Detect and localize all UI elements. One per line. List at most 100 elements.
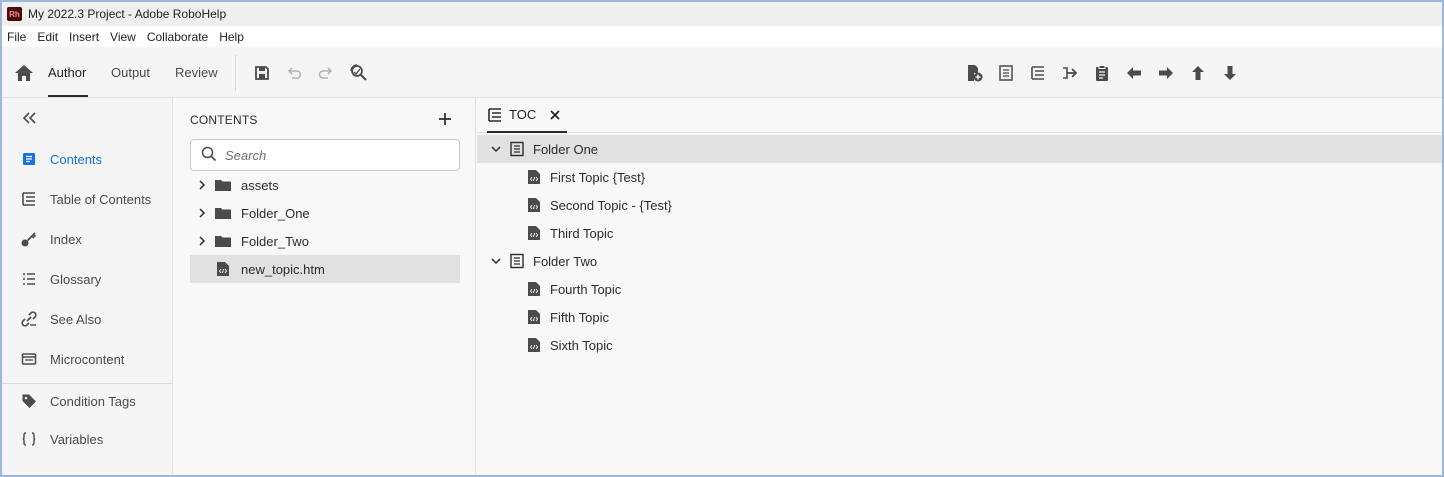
- html-file-icon: [525, 280, 543, 298]
- rail-item-microcontent[interactable]: Microcontent: [2, 341, 172, 377]
- tab-review[interactable]: Review: [175, 65, 218, 80]
- rail-item-table-of-contents[interactable]: Table of Contents: [2, 181, 172, 217]
- rail-item-variables[interactable]: Variables: [2, 421, 172, 457]
- left-navigation-rail: Contents Table of Contents Index Glossar…: [2, 98, 173, 475]
- main-toolbar: Author Output Review: [2, 47, 1442, 98]
- app-window: Rh My 2022.3 Project - Adobe RoboHelp Fi…: [2, 2, 1442, 475]
- file-name: Folder_One: [241, 205, 310, 221]
- rail-item-label: Condition Tags: [50, 393, 136, 409]
- rail-item-label: Microcontent: [50, 351, 125, 367]
- folder-icon: [214, 204, 232, 222]
- chevron-right-icon[interactable]: [192, 203, 212, 223]
- save-icon[interactable]: [251, 62, 273, 84]
- title-bar: Rh My 2022.3 Project - Adobe RoboHelp: [2, 2, 1442, 26]
- toc-item-label: Folder Two: [533, 253, 598, 269]
- tag-icon: [20, 392, 38, 410]
- insert-link-icon[interactable]: [1059, 62, 1081, 84]
- collapse-panel-icon[interactable]: [20, 109, 40, 127]
- rail-item-label: Index: [50, 231, 82, 247]
- html-file-icon: [525, 196, 543, 214]
- chevron-down-icon[interactable]: [486, 251, 506, 271]
- microcontent-icon: [20, 350, 38, 368]
- rail-item-see-also[interactable]: See Also: [2, 301, 172, 337]
- file-name: Folder_Two: [241, 233, 309, 249]
- file-row-folder-two[interactable]: Folder_Two: [190, 227, 460, 255]
- rail-item-index[interactable]: Index: [2, 221, 172, 257]
- tab-author[interactable]: Author: [48, 65, 86, 80]
- panel-title: CONTENTS: [190, 113, 258, 127]
- file-row-assets[interactable]: assets: [190, 171, 460, 199]
- html-file-icon: [525, 336, 543, 354]
- toc-item-label: Folder One: [533, 141, 599, 157]
- rail-item-condition-tags[interactable]: Condition Tags: [2, 383, 172, 419]
- toc-topic-fifth[interactable]: Fifth Topic: [477, 303, 1442, 331]
- menu-collaborate[interactable]: Collaborate: [147, 30, 208, 44]
- move-up-icon[interactable]: [1187, 62, 1209, 84]
- toc-topic-second[interactable]: Second Topic - {Test}: [477, 191, 1442, 219]
- tab-toc[interactable]: TOC: [487, 98, 567, 133]
- add-icon[interactable]: [436, 110, 454, 128]
- toc-topic-fourth[interactable]: Fourth Topic: [477, 275, 1442, 303]
- toc-book-folder-one[interactable]: Folder One: [477, 135, 1442, 163]
- move-left-icon[interactable]: [1123, 62, 1145, 84]
- close-icon[interactable]: [549, 109, 561, 121]
- toc-tree-icon[interactable]: [1027, 62, 1049, 84]
- menu-insert[interactable]: Insert: [69, 30, 99, 44]
- toc-book-folder-two[interactable]: Folder Two: [477, 247, 1442, 275]
- search-input[interactable]: [225, 147, 445, 163]
- robohelp-logo: Rh: [7, 7, 22, 21]
- toc-item-label: First Topic {Test}: [550, 169, 646, 185]
- rail-item-contents[interactable]: Contents: [2, 141, 172, 177]
- html-file-icon: [525, 224, 543, 242]
- toc-item-label: Third Topic: [550, 225, 614, 241]
- book-icon: [508, 140, 526, 158]
- add-topic-icon[interactable]: [963, 62, 985, 84]
- file-name: new_topic.htm: [241, 261, 325, 277]
- undo-icon[interactable]: [283, 62, 305, 84]
- chevron-right-icon[interactable]: [192, 175, 212, 195]
- find-replace-icon[interactable]: [348, 62, 370, 84]
- redo-icon[interactable]: [315, 62, 337, 84]
- menu-view[interactable]: View: [110, 30, 136, 44]
- move-right-icon[interactable]: [1155, 62, 1177, 84]
- key-icon: [20, 230, 38, 248]
- new-book-icon[interactable]: [995, 62, 1017, 84]
- rail-item-label: Glossary: [50, 271, 102, 287]
- see-also-icon: [20, 310, 38, 328]
- rail-item-label: See Also: [50, 311, 102, 327]
- menu-help[interactable]: Help: [219, 30, 244, 44]
- file-row-new-topic[interactable]: new_topic.htm: [190, 255, 460, 283]
- menu-bar: File Edit Insert View Collaborate Help: [2, 26, 1442, 47]
- menu-file[interactable]: File: [7, 30, 26, 44]
- toc-topic-first[interactable]: First Topic {Test}: [477, 163, 1442, 191]
- window-title: My 2022.3 Project - Adobe RoboHelp: [28, 7, 227, 21]
- toolbar-divider: [235, 55, 236, 91]
- toc-item-label: Sixth Topic: [550, 337, 613, 353]
- search-icon: [201, 146, 217, 165]
- rail-item-glossary[interactable]: Glossary: [2, 261, 172, 297]
- toc-topic-sixth[interactable]: Sixth Topic: [477, 331, 1442, 359]
- toc-item-label: Fifth Topic: [550, 309, 610, 325]
- move-down-icon[interactable]: [1219, 62, 1241, 84]
- contents-panel: CONTENTS assets Folder_One Folder_Two: [174, 98, 476, 475]
- tab-output[interactable]: Output: [111, 65, 150, 80]
- chevron-right-icon[interactable]: [192, 231, 212, 251]
- html-file-icon: [525, 168, 543, 186]
- active-tab-indicator: [48, 95, 88, 97]
- home-icon[interactable]: [13, 63, 35, 83]
- toc-topic-third[interactable]: Third Topic: [477, 219, 1442, 247]
- toc-item-label: Second Topic - {Test}: [550, 197, 672, 213]
- clipboard-icon[interactable]: [1091, 62, 1113, 84]
- toc-tab-bar: TOC: [477, 98, 1442, 133]
- folder-icon: [214, 176, 232, 194]
- file-row-folder-one[interactable]: Folder_One: [190, 199, 460, 227]
- rail-item-label: Variables: [50, 431, 104, 447]
- rail-item-label: Table of Contents: [50, 191, 152, 207]
- toc-item-label: Fourth Topic: [550, 281, 622, 297]
- menu-edit[interactable]: Edit: [37, 30, 58, 44]
- contents-icon: [20, 150, 38, 168]
- chevron-down-icon[interactable]: [486, 139, 506, 159]
- glossary-icon: [20, 270, 38, 288]
- html-file-icon: [214, 260, 232, 278]
